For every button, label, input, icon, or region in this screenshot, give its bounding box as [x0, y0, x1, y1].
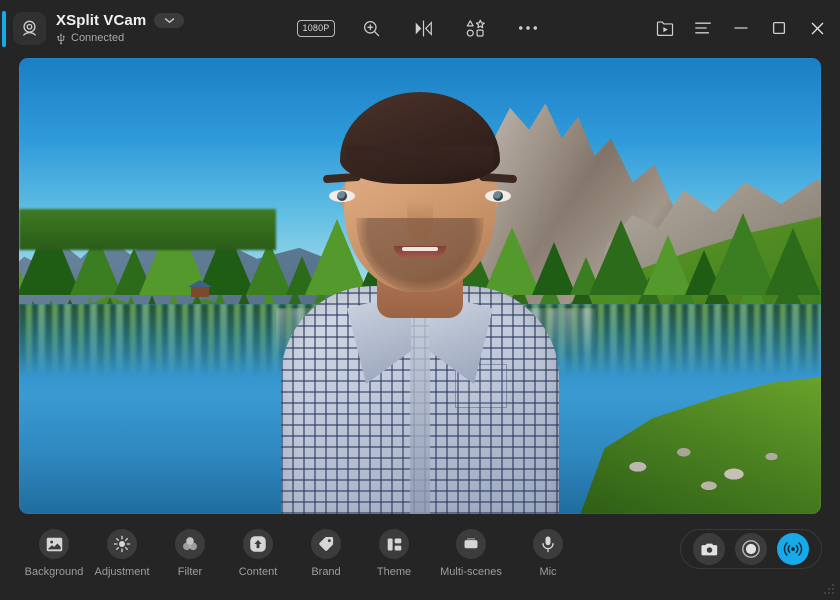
filter-circles-icon: [175, 529, 205, 559]
preview-stage: [0, 56, 840, 518]
mouth: [394, 246, 446, 258]
tool-label: Brand: [311, 566, 341, 578]
eye-right: [485, 190, 511, 202]
cabin: [188, 280, 213, 297]
tool-list: Background Adjustment Filter Content Bra…: [0, 518, 577, 578]
scenes-icon: [456, 529, 486, 559]
close-icon[interactable]: [800, 11, 834, 45]
tool-label: Theme: [376, 566, 412, 578]
usb-icon: [57, 32, 65, 44]
upload-arrow-icon: [243, 529, 273, 559]
zoom-in-icon[interactable]: [357, 13, 387, 43]
shirt-placket: [410, 290, 430, 514]
tool-label: Content: [238, 566, 278, 578]
tool-content[interactable]: Content: [229, 529, 287, 578]
tool-label: Background: [24, 566, 84, 578]
broadcast-button[interactable]: [777, 533, 809, 565]
title-bar: XSplit VCam Connected 1080P: [0, 0, 840, 56]
shapes-icon[interactable]: [461, 13, 491, 43]
chevron-down-icon: [164, 17, 174, 23]
brightness-icon: [107, 529, 137, 559]
microphone-icon: [533, 529, 563, 559]
bottom-toolbar: Background Adjustment Filter Content Bra…: [0, 518, 840, 600]
more-icon[interactable]: [513, 13, 543, 43]
action-buttons: [680, 529, 822, 569]
tool-multi-scenes[interactable]: Multi-scenes: [433, 529, 509, 578]
nose: [407, 200, 433, 240]
camera-preview[interactable]: [19, 58, 821, 514]
resolution-badge[interactable]: 1080P: [297, 19, 335, 37]
mirror-icon[interactable]: [409, 13, 439, 43]
snapshot-button[interactable]: [693, 533, 725, 565]
tag-icon: [311, 529, 341, 559]
resize-grip[interactable]: [823, 583, 835, 595]
person-subject: [281, 78, 559, 514]
tool-label: Filter: [177, 566, 203, 578]
rocks-right: [596, 422, 805, 496]
tool-filter[interactable]: Filter: [161, 529, 219, 578]
tool-mic[interactable]: Mic: [519, 529, 577, 578]
tool-label: Multi-scenes: [440, 566, 502, 578]
tool-brand[interactable]: Brand: [297, 529, 355, 578]
page-title: XSplit VCam: [56, 11, 147, 29]
tool-label: Mic: [539, 566, 557, 578]
image-icon: [39, 529, 69, 559]
menu-icon[interactable]: [686, 11, 720, 45]
plaid-shirt: [281, 286, 559, 514]
record-button[interactable]: [735, 533, 767, 565]
app-window: XSplit VCam Connected 1080P Background A…: [0, 0, 840, 600]
tool-label: Adjustment: [94, 566, 150, 578]
window-controls: [648, 0, 834, 56]
hair: [340, 92, 500, 184]
accent-strip: [2, 11, 6, 47]
app-identity: XSplit VCam Connected: [13, 11, 185, 45]
connection-status: Connected: [56, 32, 184, 45]
tool-theme[interactable]: Theme: [365, 529, 423, 578]
minimize-icon[interactable]: [724, 11, 758, 45]
status-badge: Connected: [71, 31, 125, 44]
device-dropdown-button[interactable]: [154, 12, 185, 28]
tool-adjustment[interactable]: Adjustment: [93, 529, 151, 578]
media-folder-icon[interactable]: [648, 11, 682, 45]
webcam-icon: [13, 11, 46, 45]
maximize-icon[interactable]: [762, 11, 796, 45]
layout-icon: [379, 529, 409, 559]
eye-left: [329, 190, 355, 202]
tool-background[interactable]: Background: [25, 529, 83, 578]
shore-left: [19, 208, 276, 250]
